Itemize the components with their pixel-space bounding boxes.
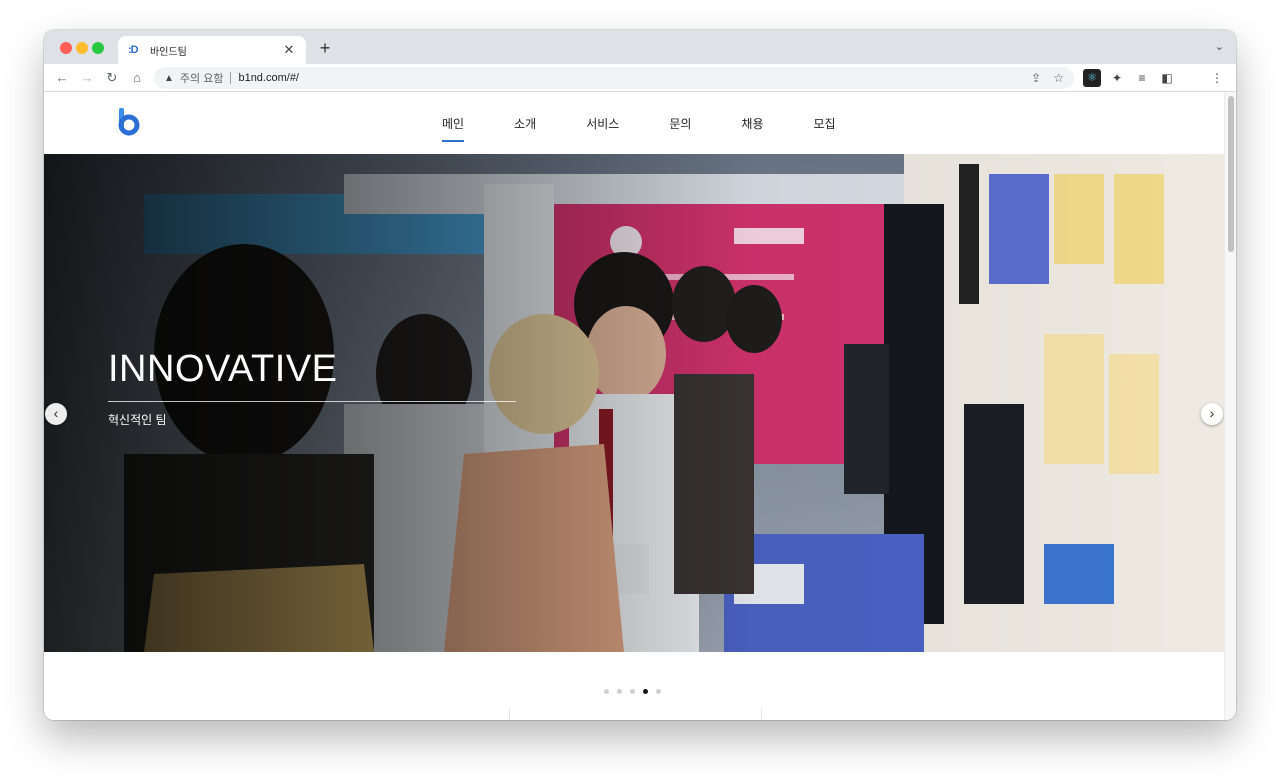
hero-carousel: INNOVATIVE 혁신적인 팀 ‹ › [44,154,1224,652]
warning-icon[interactable]: ▲ [164,73,174,84]
web-page: 메인 소개 서비스 문의 채용 모집 INNOVATIVE 혁신적인 팀 ‹ › [44,92,1224,720]
omnibox-divider [230,72,232,84]
hero-subtitle: 혁신적인 팀 [108,413,167,427]
site-favicon-icon: :D [128,44,139,56]
scrollbar-thumb[interactable] [1228,96,1234,252]
main-nav: 메인 소개 서비스 문의 채용 모집 [442,92,886,154]
desktop: :D 바인드팀 ✕ + ⌄ ← → ↻ ⌂ ▲ 주의 요함 b1nd.com/#… [0,0,1280,778]
tab-search-icon[interactable]: ⌄ [1215,40,1224,53]
browser-window: :D 바인드팀 ✕ + ⌄ ← → ↻ ⌂ ▲ 주의 요함 b1nd.com/#… [44,30,1236,720]
minimize-window-button[interactable] [76,42,88,54]
carousel-dot-3[interactable] [630,689,635,694]
nav-item-about[interactable]: 소개 [514,92,536,154]
b1nd-logo-icon[interactable] [116,106,142,136]
section-divider-left [509,708,510,720]
side-panel-icon[interactable]: ◧ [1158,69,1176,87]
browser-toolbar: ← → ↻ ⌂ ▲ 주의 요함 b1nd.com/#/ ⇪ ☆ ⚛ ✦ ≡ ◧ … [44,64,1236,92]
close-window-button[interactable] [60,42,72,54]
tab-title: 바인드팀 [150,46,187,58]
carousel-next-button[interactable]: › [1201,403,1223,425]
react-devtools-extension-icon[interactable]: ⚛ [1083,69,1101,87]
hero-divider [108,401,516,402]
url-text[interactable]: b1nd.com/#/ [238,72,1019,84]
security-warning-label[interactable]: 주의 요함 [180,70,224,86]
nav-item-recruit[interactable]: 모집 [814,92,836,154]
reload-icon[interactable]: ↻ [102,68,122,88]
maximize-window-button[interactable] [92,42,104,54]
forward-icon[interactable]: → [77,68,97,88]
page-scrollbar[interactable] [1224,92,1236,720]
new-tab-button[interactable]: + [316,38,334,58]
back-icon[interactable]: ← [52,68,72,88]
share-icon[interactable]: ⇪ [1031,71,1041,85]
address-bar[interactable]: ▲ 주의 요함 b1nd.com/#/ ⇪ ☆ [154,67,1074,89]
nav-item-contact[interactable]: 문의 [669,92,691,154]
carousel-pagination [604,689,669,694]
section-divider-right [761,708,762,720]
close-tab-icon[interactable]: ✕ [282,42,296,58]
carousel-dot-4[interactable] [643,689,648,694]
nav-item-service[interactable]: 서비스 [586,92,619,154]
nav-item-main[interactable]: 메인 [442,92,465,154]
bookmark-star-icon[interactable]: ☆ [1053,71,1064,85]
hero-photo [44,154,1224,652]
browser-tab[interactable]: :D 바인드팀 ✕ [118,36,306,64]
nav-item-careers[interactable]: 채용 [741,92,763,154]
site-header: 메인 소개 서비스 문의 채용 모집 [44,92,1224,154]
carousel-dot-2[interactable] [617,689,622,694]
browser-menu-icon[interactable]: ⋮ [1208,69,1226,87]
carousel-dot-5[interactable] [656,689,661,694]
carousel-prev-button[interactable]: ‹ [45,403,67,425]
extensions-puzzle-icon[interactable]: ✦ [1108,69,1126,87]
home-icon[interactable]: ⌂ [127,68,147,88]
tab-strip: :D 바인드팀 ✕ + ⌄ [44,30,1236,64]
hero-title: INNOVATIVE [108,348,338,390]
carousel-dot-1[interactable] [604,689,609,694]
media-control-icon[interactable]: ≡ [1133,69,1151,87]
